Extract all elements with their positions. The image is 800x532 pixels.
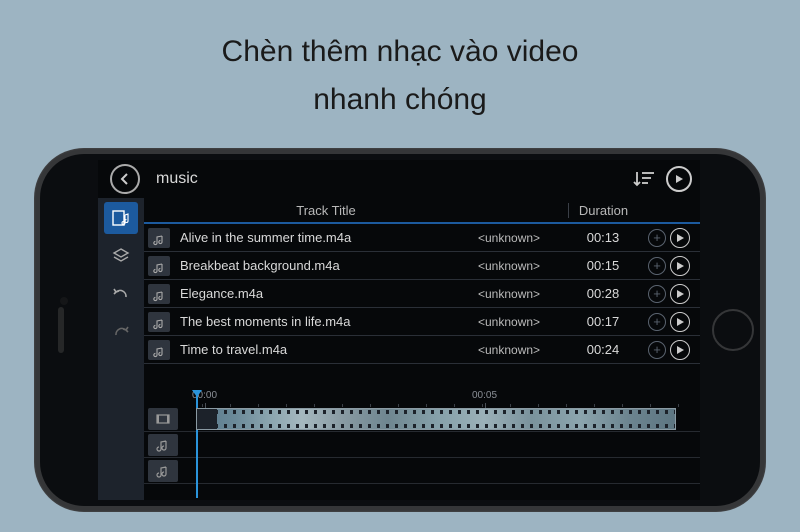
track-row[interactable]: The best moments in life.m4a<unknown>00:… [144, 308, 700, 336]
sort-icon [632, 170, 654, 188]
video-track-icon [148, 408, 178, 430]
track-name: Time to travel.m4a [180, 342, 478, 357]
add-track-button[interactable]: + [648, 229, 666, 247]
play-track-button[interactable] [670, 256, 690, 276]
timeline-audio-track-2 [144, 458, 700, 484]
track-name: The best moments in life.m4a [180, 314, 478, 329]
track-duration: 00:13 [568, 230, 638, 245]
audio-track-1-area[interactable] [182, 432, 700, 457]
track-row[interactable]: Breakbeat background.m4a<unknown>00:15 + [144, 252, 700, 280]
track-meta: <unknown> [478, 343, 568, 357]
track-row[interactable]: Elegance.m4a<unknown>00:28 + [144, 280, 700, 308]
music-file-icon [148, 312, 170, 332]
track-duration: 00:24 [568, 342, 638, 357]
screen-title: music [156, 170, 622, 188]
play-track-button[interactable] [670, 228, 690, 248]
music-file-icon [148, 228, 170, 248]
track-row[interactable]: Alive in the summer time.m4a<unknown>00:… [144, 224, 700, 252]
add-track-button[interactable]: + [648, 341, 666, 359]
sidebar-item-layers[interactable] [104, 240, 138, 272]
add-track-button[interactable]: + [648, 313, 666, 331]
track-table-header: Track Title Duration [144, 198, 700, 224]
play-icon [676, 290, 684, 298]
play-track-button[interactable] [670, 284, 690, 304]
promo-title: Chèn thêm nhạc vào video nhanh chóng [0, 0, 800, 124]
timeline-ruler[interactable]: 00:00 00:05 [182, 390, 700, 406]
track-list: Alive in the summer time.m4a<unknown>00:… [144, 224, 700, 364]
track-duration: 00:15 [568, 258, 638, 273]
track-row[interactable]: Time to travel.m4a<unknown>00:24 + [144, 336, 700, 364]
sidebar-item-music[interactable] [104, 202, 138, 234]
timeline-video-track [144, 406, 700, 432]
audio-track-2-area[interactable] [182, 458, 700, 483]
header-track-title: Track Title [144, 203, 568, 218]
ruler-tick-1: 00:05 [472, 390, 497, 401]
sidebar-item-redo[interactable] [104, 316, 138, 348]
phone-camera [60, 297, 68, 305]
play-track-button[interactable] [670, 340, 690, 360]
chevron-left-icon [119, 173, 131, 185]
music-file-icon [148, 284, 170, 304]
sidebar-item-undo[interactable] [104, 278, 138, 310]
redo-icon [112, 323, 130, 341]
content-panel: Track Title Duration Alive in the summer… [144, 198, 700, 500]
sidebar [98, 198, 144, 500]
track-duration: 00:28 [568, 286, 638, 301]
phone-frame: music [34, 148, 766, 512]
play-track-button[interactable] [670, 312, 690, 332]
undo-icon [112, 285, 130, 303]
music-file-icon [148, 256, 170, 276]
layers-icon [112, 247, 130, 265]
track-duration: 00:17 [568, 314, 638, 329]
add-track-button[interactable]: + [648, 257, 666, 275]
play-icon [676, 234, 684, 242]
music-library-icon [112, 209, 130, 227]
video-clip[interactable] [196, 408, 676, 430]
audio-track-icon [148, 460, 178, 482]
timeline-audio-track-1 [144, 432, 700, 458]
header-duration: Duration [568, 203, 638, 218]
track-name: Breakbeat background.m4a [180, 258, 478, 273]
audio-track-icon [148, 434, 178, 456]
add-track-button[interactable]: + [648, 285, 666, 303]
promo-line-1: Chèn thêm nhạc vào video [0, 28, 800, 76]
play-icon [676, 318, 684, 326]
track-meta: <unknown> [478, 315, 568, 329]
track-meta: <unknown> [478, 287, 568, 301]
play-icon [676, 346, 684, 354]
play-icon [676, 262, 684, 270]
sort-button[interactable] [628, 164, 658, 194]
play-icon [674, 174, 684, 184]
track-name: Alive in the summer time.m4a [180, 230, 478, 245]
home-button[interactable] [712, 309, 754, 351]
phone-speaker [58, 307, 64, 353]
track-meta: <unknown> [478, 231, 568, 245]
top-bar: music [98, 160, 700, 198]
app-screen: music [98, 160, 700, 500]
track-meta: <unknown> [478, 259, 568, 273]
play-all-button[interactable] [664, 164, 694, 194]
track-name: Elegance.m4a [180, 286, 478, 301]
promo-line-2: nhanh chóng [0, 76, 800, 124]
back-button[interactable] [110, 164, 140, 194]
timeline-panel: 00:00 00:05 [144, 390, 700, 500]
music-file-icon [148, 340, 170, 360]
